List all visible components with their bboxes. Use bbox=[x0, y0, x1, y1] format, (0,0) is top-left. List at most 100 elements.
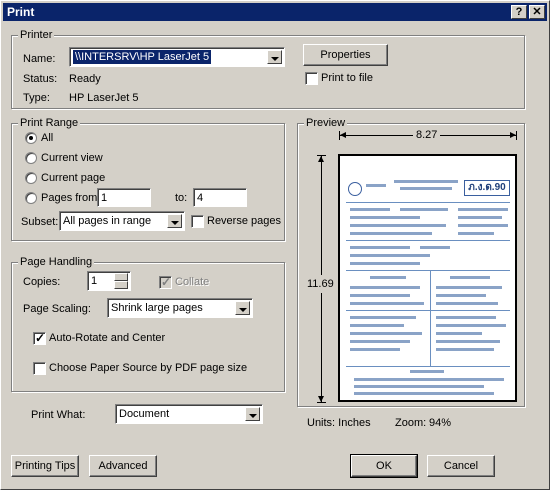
chevron-down-icon[interactable] bbox=[167, 214, 182, 228]
title-bar: Print ? ✕ bbox=[3, 3, 547, 21]
auto-rotate-label: Auto-Rotate and Center bbox=[49, 332, 166, 344]
preview-height-value: 11.69 bbox=[307, 275, 334, 293]
doc-text-line bbox=[350, 340, 410, 343]
page-preview-thumbnail: ภ.ง.ด.90 bbox=[338, 154, 517, 402]
doc-text-line bbox=[458, 232, 494, 235]
width-dimension-tick bbox=[516, 131, 517, 140]
arrow-left-icon bbox=[340, 132, 346, 138]
reverse-pages-label: Reverse pages bbox=[207, 215, 281, 227]
doc-column-divider bbox=[430, 270, 431, 366]
doc-text-line bbox=[458, 208, 508, 211]
doc-rule bbox=[346, 240, 510, 241]
pages-to-value: 4 bbox=[197, 192, 204, 204]
copies-stepper[interactable]: 1 bbox=[87, 271, 131, 291]
subset-value: All pages in range bbox=[63, 215, 152, 227]
zoom-label: Zoom: bbox=[395, 417, 427, 429]
print-what-label: Print What: bbox=[31, 409, 86, 421]
chevron-down-icon[interactable] bbox=[235, 301, 250, 315]
help-button[interactable]: ? bbox=[511, 5, 527, 19]
pages-to-input[interactable]: 4 bbox=[193, 188, 247, 207]
doc-text-line bbox=[436, 332, 482, 335]
doc-text-line bbox=[436, 294, 486, 297]
reverse-pages-checkbox[interactable] bbox=[191, 215, 204, 228]
doc-rule bbox=[346, 310, 510, 311]
height-dimension-tick bbox=[317, 402, 326, 403]
pages-from-input[interactable]: 1 bbox=[97, 188, 151, 207]
close-button[interactable]: ✕ bbox=[529, 5, 545, 19]
doc-form-code: ภ.ง.ด.90 bbox=[464, 180, 510, 196]
page-scaling-label: Page Scaling: bbox=[23, 303, 91, 315]
doc-text-line bbox=[450, 276, 490, 279]
doc-text-line bbox=[436, 348, 494, 351]
auto-rotate-checkbox[interactable] bbox=[33, 331, 46, 345]
ok-button[interactable]: OK bbox=[350, 454, 418, 478]
properties-button[interactable]: Properties bbox=[303, 44, 388, 66]
doc-text-line bbox=[370, 276, 406, 279]
preview-width-value: 8.27 bbox=[413, 128, 441, 142]
print-range-group-label: Print Range bbox=[18, 116, 81, 130]
page-scaling-dropdown[interactable]: Shrink large pages bbox=[107, 298, 253, 318]
radio-all-label: All bbox=[41, 132, 54, 144]
doc-rule bbox=[346, 366, 510, 367]
subset-dropdown[interactable]: All pages in range bbox=[59, 211, 185, 231]
printer-name-label: Name: bbox=[23, 53, 56, 65]
pages-to-label: to: bbox=[175, 192, 188, 204]
cancel-button[interactable]: Cancel bbox=[427, 455, 495, 477]
print-what-value: Document bbox=[119, 408, 170, 420]
type-label: Type: bbox=[23, 92, 50, 104]
doc-text-line bbox=[350, 286, 420, 289]
pages-from-label: Pages from: bbox=[41, 192, 101, 204]
subset-label: Subset: bbox=[21, 216, 59, 228]
doc-text-line bbox=[354, 385, 484, 388]
doc-text-line bbox=[436, 302, 498, 305]
doc-text-line bbox=[350, 332, 422, 335]
doc-text-line bbox=[350, 348, 400, 351]
doc-text-line bbox=[354, 378, 504, 381]
doc-text-line bbox=[354, 392, 494, 395]
collate-checkbox[interactable] bbox=[159, 275, 172, 289]
radio-all[interactable] bbox=[25, 132, 37, 144]
doc-header-text bbox=[400, 187, 452, 190]
printer-name-dropdown[interactable]: \\INTERSRV\HP LaserJet 5 bbox=[69, 47, 285, 67]
zoom-value: 94% bbox=[429, 417, 452, 429]
chevron-down-icon[interactable] bbox=[267, 50, 282, 64]
print-dialog: Print ? ✕ Printer Name: \\INTERSRV\HP La… bbox=[0, 0, 550, 490]
chevron-down-icon[interactable] bbox=[245, 407, 260, 421]
choose-paper-source-checkbox[interactable] bbox=[33, 362, 46, 375]
arrow-up-icon bbox=[318, 156, 324, 162]
collate-label: Collate bbox=[175, 276, 210, 288]
doc-text-line bbox=[350, 262, 420, 265]
radio-pages-from[interactable] bbox=[25, 192, 37, 204]
print-to-file-checkbox[interactable] bbox=[305, 72, 318, 85]
emblem-icon bbox=[348, 182, 362, 196]
radio-current-page-label: Current page bbox=[41, 172, 106, 184]
doc-text-line bbox=[350, 232, 432, 235]
doc-text-line bbox=[350, 316, 416, 319]
doc-text-line bbox=[350, 254, 430, 257]
choose-paper-source-label: Choose Paper Source by PDF page size bbox=[49, 362, 248, 374]
print-to-file-label: Print to file bbox=[321, 72, 373, 84]
doc-text-line bbox=[350, 302, 424, 305]
doc-text-line bbox=[350, 208, 390, 211]
units-label: Units: Inches bbox=[307, 417, 371, 429]
doc-text-line bbox=[458, 224, 508, 227]
spin-down-icon[interactable] bbox=[114, 281, 128, 289]
doc-text-line bbox=[350, 224, 446, 227]
doc-text-line bbox=[458, 216, 502, 219]
doc-text-line bbox=[436, 286, 502, 289]
printer-group-label: Printer bbox=[18, 28, 55, 42]
spin-up-icon[interactable] bbox=[114, 273, 128, 281]
radio-current-page[interactable] bbox=[25, 172, 37, 184]
radio-current-view[interactable] bbox=[25, 152, 37, 164]
printing-tips-button[interactable]: Printing Tips bbox=[11, 455, 79, 477]
advanced-button[interactable]: Advanced bbox=[89, 455, 157, 477]
print-what-dropdown[interactable]: Document bbox=[115, 404, 263, 424]
doc-text-line bbox=[410, 370, 444, 373]
doc-text-line bbox=[350, 324, 404, 327]
arrow-down-icon bbox=[318, 396, 324, 402]
window-title: Print bbox=[7, 5, 35, 19]
type-value: HP LaserJet 5 bbox=[69, 92, 139, 104]
doc-rule bbox=[346, 202, 510, 203]
doc-text-line bbox=[400, 208, 448, 211]
doc-header-text bbox=[394, 180, 458, 183]
